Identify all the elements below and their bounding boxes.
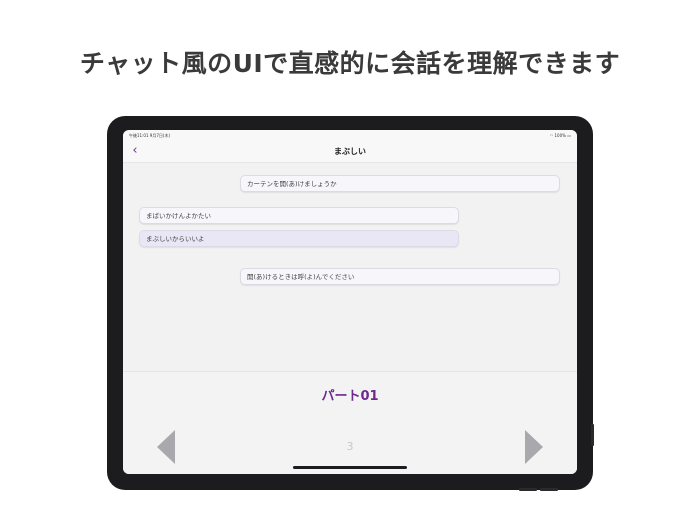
headline: チャット風のUIで直感的に会話を理解できます: [79, 49, 621, 78]
status-time-date: 午後11:01 9月7日(木): [129, 133, 171, 138]
chat-message-highlighted[interactable]: まぶしいからいいよ: [139, 230, 459, 247]
battery-icon: ▭: [567, 133, 571, 138]
chat-message[interactable]: 開(あ)けるときは呼(よ)んでください: [240, 268, 560, 285]
app-screen: 午後11:01 9月7日(木) ◠ 100% ▭ ‹ まぶしい カーテンを開(あ…: [123, 130, 577, 474]
nav-title: まぶしい: [334, 147, 366, 156]
part-title: パート01: [321, 389, 379, 404]
status-bar: 午後11:01 9月7日(木) ◠ 100% ▭: [123, 130, 577, 140]
wifi-icon: ◠: [549, 133, 554, 138]
lesson-panel: パート01 3: [123, 371, 577, 474]
page-number: 3: [346, 440, 354, 453]
triangle-right-icon: [525, 430, 543, 464]
bottom-button-right: [540, 488, 558, 491]
battery-percent: 100%: [554, 133, 566, 138]
next-button[interactable]: [525, 430, 543, 464]
nav-bar: ‹ まぶしい: [123, 140, 577, 163]
chat-message[interactable]: カーテンを開(あ)けましょうか: [240, 175, 560, 192]
chat-message[interactable]: まばいかけんよかたい: [139, 207, 459, 224]
chat-area: カーテンを開(あ)けましょうか まばいかけんよかたい まぶしいからいいよ 開(あ…: [123, 163, 577, 371]
status-battery: ◠ 100% ▭: [550, 133, 571, 138]
bottom-button-left: [519, 488, 537, 491]
home-indicator[interactable]: [293, 466, 407, 469]
volume-button: [591, 424, 594, 446]
